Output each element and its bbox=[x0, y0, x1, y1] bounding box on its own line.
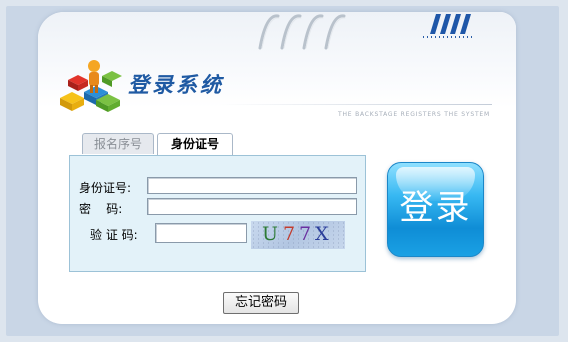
login-button-label: 登录 bbox=[399, 188, 472, 228]
cubes-person-logo-icon bbox=[60, 60, 122, 112]
header-divider bbox=[220, 104, 492, 105]
captcha-input[interactable] bbox=[155, 223, 247, 243]
tab-registration-number[interactable]: 报名序号 bbox=[82, 133, 154, 154]
system-subtitle: THE BACKSTAGE REGISTERS THE SYSTEM bbox=[338, 111, 490, 118]
dotted-line-decoration bbox=[423, 36, 473, 38]
captcha-char: X bbox=[315, 223, 329, 245]
captcha-char: 7 bbox=[283, 223, 296, 245]
password-label: 密 码: bbox=[79, 202, 123, 216]
captcha-image[interactable]: U 7 7 X bbox=[251, 221, 345, 249]
stripes-decoration-icon bbox=[430, 14, 471, 34]
tab-id-number[interactable]: 身份证号 bbox=[157, 133, 233, 156]
forgot-password-button[interactable]: 忘记密码 bbox=[223, 292, 299, 314]
system-title: 登录系统 bbox=[128, 72, 224, 97]
password-input[interactable] bbox=[147, 198, 357, 215]
captcha-char: 7 bbox=[299, 223, 312, 245]
captcha-char: U bbox=[262, 223, 279, 245]
login-button[interactable]: 登录 bbox=[387, 162, 484, 257]
id-number-input[interactable] bbox=[147, 177, 357, 194]
binder-rings-icon bbox=[258, 14, 346, 50]
captcha-label: 验 证 码: bbox=[90, 228, 138, 242]
id-number-label: 身份证号: bbox=[79, 181, 132, 195]
